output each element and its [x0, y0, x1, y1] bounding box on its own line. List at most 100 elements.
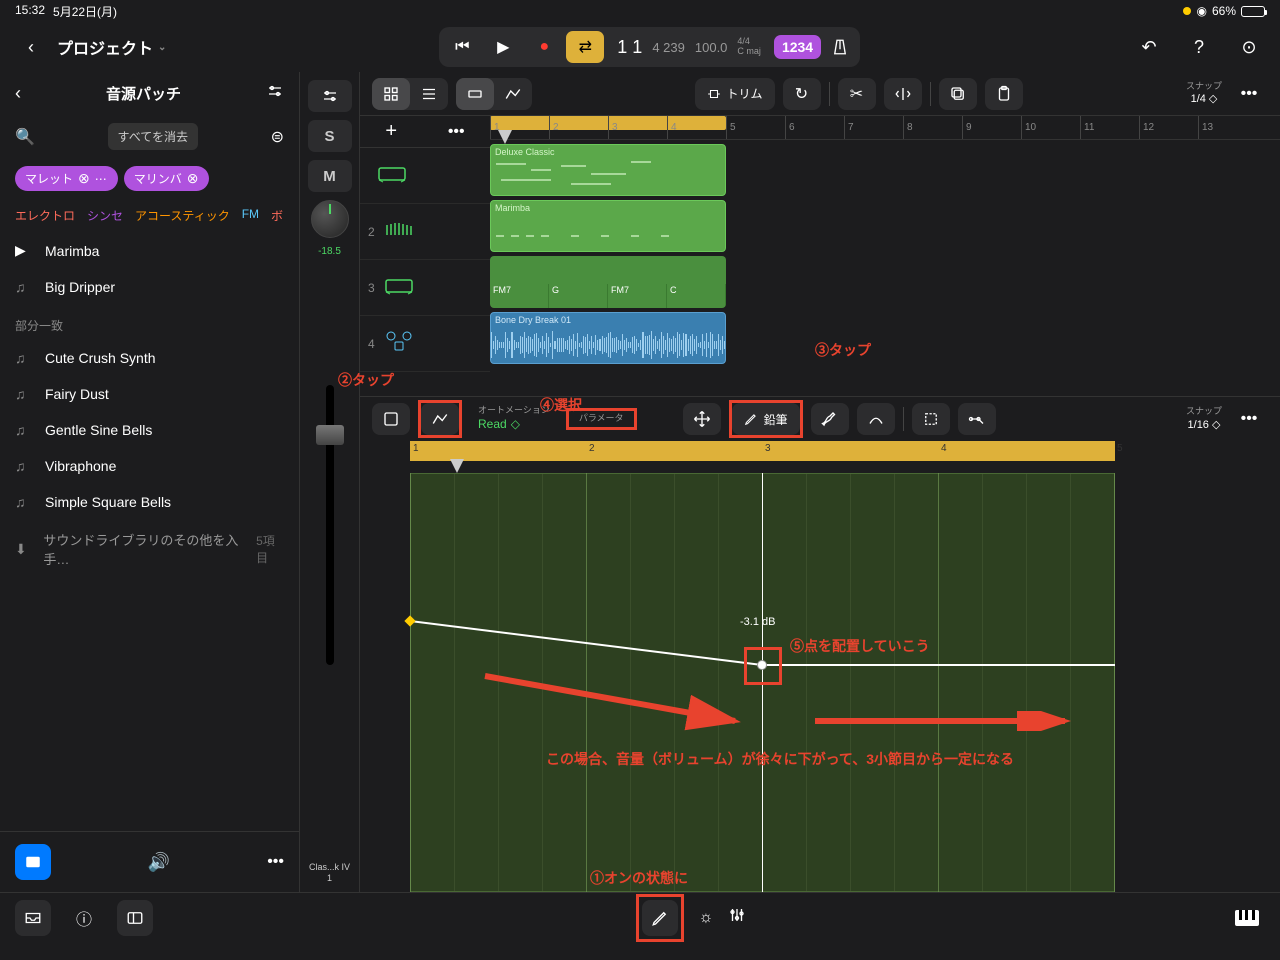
track-header[interactable] — [360, 148, 490, 204]
library-settings-icon[interactable] — [266, 82, 284, 105]
get-more-sounds[interactable]: ⬇サウンドライブラリのその他を入手…5項目 — [0, 520, 299, 578]
inbox-button[interactable] — [15, 900, 51, 936]
cat-electro[interactable]: エレクトロ — [15, 207, 75, 224]
track-header[interactable]: 4 — [360, 316, 490, 372]
battery-icon — [1241, 6, 1265, 17]
region-chords[interactable]: FM7 G FM7 C — [490, 256, 726, 308]
track-header[interactable]: 2 — [360, 204, 490, 260]
note-icon: ♫ — [15, 350, 33, 366]
paste-button[interactable] — [985, 78, 1023, 110]
editor-playhead[interactable] — [450, 459, 464, 473]
pencil-tool[interactable]: 鉛筆 — [732, 403, 800, 435]
lcd-display[interactable]: 1 1 4 239 100.0 4/4C maj — [607, 37, 771, 58]
db-value: -18.5 — [318, 246, 341, 257]
panels-button[interactable] — [117, 900, 153, 936]
back-button[interactable]: ‹ — [15, 31, 47, 63]
scissors-button[interactable]: ✂ — [838, 78, 876, 110]
filter-icon[interactable]: ⊜ — [271, 127, 284, 147]
brush-tool[interactable] — [811, 403, 849, 435]
toolbar-more[interactable]: ••• — [1230, 78, 1268, 110]
patch-item[interactable]: ♫Simple Square Bells — [0, 484, 299, 520]
pan-knob[interactable] — [311, 200, 349, 238]
line-tool[interactable] — [958, 403, 996, 435]
annotation-desc: この場合、音量（ボリューム）が徐々に下がって、3小節目から一定になる — [470, 749, 1090, 769]
note-icon: ♫ — [15, 279, 33, 295]
list-view-button[interactable] — [410, 78, 448, 110]
cat-acoustic[interactable]: アコースティック — [135, 207, 230, 224]
editor-more[interactable]: ••• — [1230, 403, 1268, 435]
more-options-icon[interactable]: ••• — [267, 853, 284, 871]
select-checkbox[interactable] — [372, 403, 410, 435]
move-tool[interactable] — [683, 403, 721, 435]
playhead[interactable] — [498, 130, 512, 144]
tag-marimba[interactable]: マリンバ⊗ — [124, 166, 209, 191]
volume-icon[interactable]: 🔊 — [71, 852, 247, 873]
marquee-tool[interactable] — [912, 403, 950, 435]
battery-pct: 66% — [1212, 4, 1236, 18]
section-header: 部分一致 — [0, 305, 299, 340]
rewind-button[interactable]: ⏮ — [443, 31, 481, 63]
track-menu[interactable]: ••• — [448, 123, 465, 141]
solo-button[interactable]: S — [308, 120, 352, 152]
play-button[interactable]: ▶ — [484, 31, 522, 63]
cat-more[interactable]: ボ — [271, 207, 283, 224]
project-menu[interactable]: プロジェクト⌄ — [57, 35, 166, 59]
patch-item[interactable]: ♫Gentle Sine Bells — [0, 412, 299, 448]
loop-button[interactable]: ↻ — [783, 78, 821, 110]
ruler[interactable]: 12345678910111213 — [490, 116, 1280, 140]
cat-synth[interactable]: シンセ — [87, 207, 123, 224]
curve-tool[interactable] — [857, 403, 895, 435]
mute-button[interactable]: M — [308, 160, 352, 192]
editor-snap[interactable]: スナップ1/16 ◇ — [1186, 406, 1222, 432]
library-back-button[interactable]: ‹ — [15, 83, 21, 104]
piano-button[interactable] — [1229, 900, 1265, 936]
db-label: -3.1 dB — [740, 616, 775, 628]
annotation-3: ③タップ — [815, 340, 871, 360]
editor-ruler[interactable]: 12345 — [410, 441, 1280, 461]
tag-close-icon[interactable]: ⊗ — [187, 170, 199, 187]
patch-item[interactable]: ♫Fairy Dust — [0, 376, 299, 412]
automation-button[interactable] — [494, 78, 532, 110]
status-date: 5月22日(月) — [53, 3, 117, 20]
patch-item[interactable]: ♫Big Dripper — [0, 269, 299, 305]
tag-close-icon[interactable]: ⊗ — [78, 170, 90, 187]
split-button[interactable] — [884, 78, 922, 110]
note-icon: ♫ — [15, 422, 33, 438]
record-button[interactable]: ● — [525, 31, 563, 63]
metronome-icon[interactable] — [824, 31, 856, 63]
region-marimba[interactable]: Marimba — [490, 200, 726, 252]
cycle-button[interactable]: ⇄ — [566, 31, 604, 63]
patch-item[interactable]: ▶Marimba — [0, 232, 299, 269]
grid-view-button[interactable] — [372, 78, 410, 110]
cat-fm[interactable]: FM — [242, 207, 259, 224]
automation-toggle[interactable] — [421, 403, 459, 435]
info-button[interactable]: ⓘ — [66, 900, 102, 936]
recording-indicator — [1183, 7, 1191, 15]
search-icon[interactable]: 🔍 — [15, 127, 35, 147]
track-header[interactable]: 3 — [360, 260, 490, 316]
mixer-icon[interactable] — [728, 906, 746, 929]
region-drums[interactable]: Bone Dry Break 01 — [490, 312, 726, 364]
beat-display[interactable]: 1234 — [774, 35, 821, 59]
copy-button[interactable] — [939, 78, 977, 110]
library-button[interactable] — [15, 844, 51, 880]
patch-item[interactable]: ♫Vibraphone — [0, 448, 299, 484]
pencil-mode-button[interactable] — [642, 900, 678, 936]
tag-mallet[interactable]: マレット⊗⋯ — [15, 166, 118, 191]
more-button[interactable]: ⊙ — [1233, 31, 1265, 63]
patch-item[interactable]: ♫Cute Crush Synth — [0, 340, 299, 376]
snap-setting[interactable]: スナップ1/4 ◇ — [1186, 81, 1222, 107]
undo-button[interactable]: ↶ — [1133, 31, 1165, 63]
brightness-icon[interactable]: ☼ — [699, 909, 714, 927]
add-track-button[interactable]: + — [385, 120, 397, 143]
trim-button[interactable]: トリム — [695, 78, 774, 110]
annotation-1: ①オンの状態に — [590, 868, 688, 888]
help-button[interactable]: ? — [1183, 31, 1215, 63]
channel-settings[interactable] — [308, 80, 352, 112]
annotation-2: ②タップ — [338, 370, 394, 390]
region-deluxe[interactable]: Deluxe Classic — [490, 144, 726, 196]
library-title: 音源パッチ — [31, 83, 256, 104]
clear-all-button[interactable]: すべてを消去 — [108, 123, 198, 150]
volume-fader[interactable] — [326, 265, 334, 854]
region-button[interactable] — [456, 78, 494, 110]
